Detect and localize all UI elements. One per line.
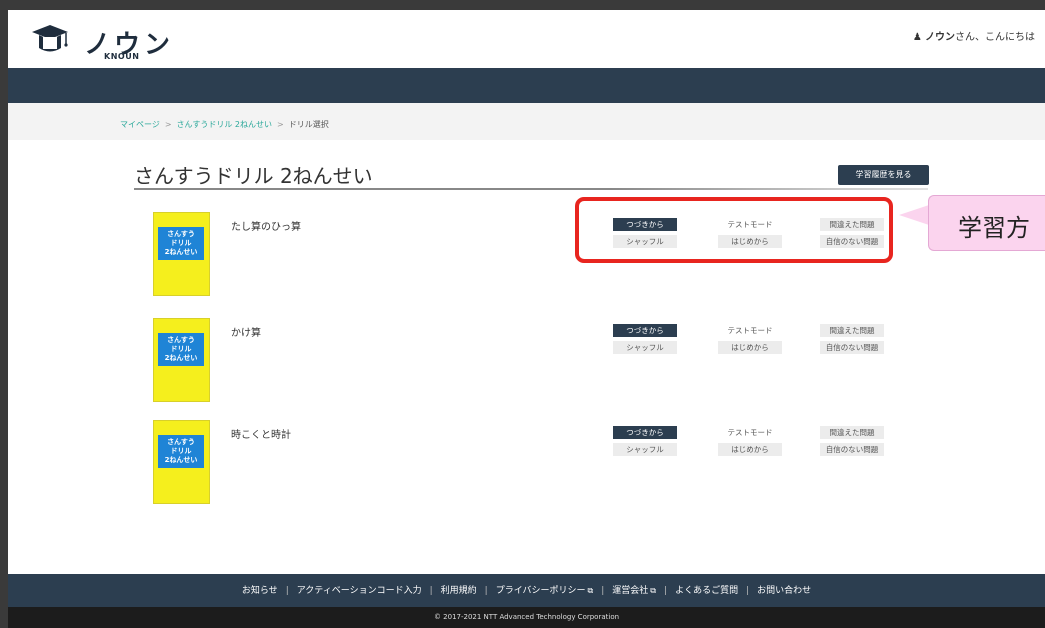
app-frame: ノウン KNOUN ♟ ノウンさん、こんにちは マイページ > さんすうドリル 2ね… bbox=[8, 10, 1045, 628]
drill-row: さんすう ドリル 2ねんせい かけ算 つづきから シャッフル テストモード はじ… bbox=[153, 318, 943, 408]
breadcrumb-item-drill[interactable]: さんすうドリル 2ねんせい bbox=[177, 120, 272, 129]
drill-name: かけ算 bbox=[231, 328, 261, 339]
user-icon: ♟ bbox=[912, 32, 922, 43]
graduation-cap-logo-icon[interactable] bbox=[30, 22, 70, 56]
footer-link-privacy[interactable]: プライバシーポリシー bbox=[496, 586, 586, 596]
restart-button[interactable]: はじめから bbox=[718, 341, 782, 354]
history-button[interactable]: 学習履歴を見る bbox=[838, 165, 929, 185]
drill-name: たし算のひっ算 bbox=[231, 222, 301, 233]
external-link-icon: ⧉ bbox=[650, 586, 657, 595]
title-underline bbox=[134, 188, 928, 190]
drill-cover-image[interactable]: さんすう ドリル 2ねんせい bbox=[153, 212, 210, 296]
continue-button[interactable]: つづきから bbox=[613, 426, 677, 439]
highlight-box bbox=[575, 197, 893, 263]
breadcrumb-current: ドリル選択 bbox=[288, 120, 329, 129]
footer-link-faq[interactable]: よくあるご質問 bbox=[675, 586, 738, 596]
logo-subtext: KNOUN bbox=[104, 52, 140, 61]
external-link-icon: ⧉ bbox=[587, 586, 594, 595]
footer-separator: | bbox=[746, 586, 750, 596]
cover-label: さんすう ドリル 2ねんせい bbox=[158, 227, 204, 260]
breadcrumb-separator: > bbox=[164, 120, 172, 129]
cover-label: さんすう ドリル 2ねんせい bbox=[158, 333, 204, 366]
footer-nav: お知らせ | アクティベーションコード入力 | 利用規約 | プライバシーポリシー ⧉ | 運営会… bbox=[8, 574, 1045, 607]
footer-link-news[interactable]: お知らせ bbox=[242, 586, 278, 596]
drill-cover-image[interactable]: さんすう ドリル 2ねんせい bbox=[153, 420, 210, 504]
breadcrumb-separator: > bbox=[277, 120, 284, 129]
user-greeting: ♟ ノウンさん、こんにちは bbox=[913, 28, 1035, 43]
footer-link-contact[interactable]: お問い合わせ bbox=[757, 586, 811, 596]
test-mode-button[interactable]: テストモード bbox=[718, 324, 782, 337]
user-name: ノウン bbox=[925, 32, 955, 43]
footer-separator: | bbox=[484, 586, 488, 596]
shuffle-button[interactable]: シャッフル bbox=[613, 443, 677, 456]
drill-row: さんすう ドリル 2ねんせい 時こくと時計 つづきから シャッフル テストモード… bbox=[153, 420, 943, 510]
callout-pointer bbox=[899, 205, 929, 225]
unsure-questions-button[interactable]: 自信のない問題 bbox=[820, 341, 884, 354]
greeting-suffix: さん、こんにちは bbox=[955, 32, 1035, 43]
footer-separator: | bbox=[285, 586, 289, 596]
footer-link-terms[interactable]: 利用規約 bbox=[441, 586, 477, 596]
wrong-questions-button[interactable]: 間違えた問題 bbox=[820, 426, 884, 439]
drill-name: 時こくと時計 bbox=[231, 430, 291, 441]
wrong-questions-button[interactable]: 間違えた問題 bbox=[820, 324, 884, 337]
nav-bar bbox=[8, 68, 1045, 103]
breadcrumb: マイページ > さんすうドリル 2ねんせい > ドリル選択 bbox=[8, 103, 1045, 140]
footer-link-activation[interactable]: アクティベーションコード入力 bbox=[297, 586, 422, 596]
copyright: © 2017-2021 NTT Advanced Technology Corp… bbox=[8, 607, 1045, 628]
callout-text: 学習方 bbox=[958, 214, 1030, 242]
shuffle-button[interactable]: シャッフル bbox=[613, 341, 677, 354]
page-title: さんすうドリル 2ねんせい bbox=[134, 164, 373, 188]
footer-separator: | bbox=[429, 586, 433, 596]
site-header: ノウン KNOUN ♟ ノウンさん、こんにちは bbox=[8, 10, 1045, 68]
continue-button[interactable]: つづきから bbox=[613, 324, 677, 337]
footer-separator: | bbox=[601, 586, 605, 596]
footer-separator: | bbox=[664, 586, 668, 596]
cover-label: さんすう ドリル 2ねんせい bbox=[158, 435, 204, 468]
test-mode-button[interactable]: テストモード bbox=[718, 426, 782, 439]
breadcrumb-item-mypage[interactable]: マイページ bbox=[120, 120, 160, 129]
drill-cover-image[interactable]: さんすう ドリル 2ねんせい bbox=[153, 318, 210, 402]
unsure-questions-button[interactable]: 自信のない問題 bbox=[820, 443, 884, 456]
footer-link-company[interactable]: 運営会社 bbox=[612, 586, 648, 596]
restart-button[interactable]: はじめから bbox=[718, 443, 782, 456]
